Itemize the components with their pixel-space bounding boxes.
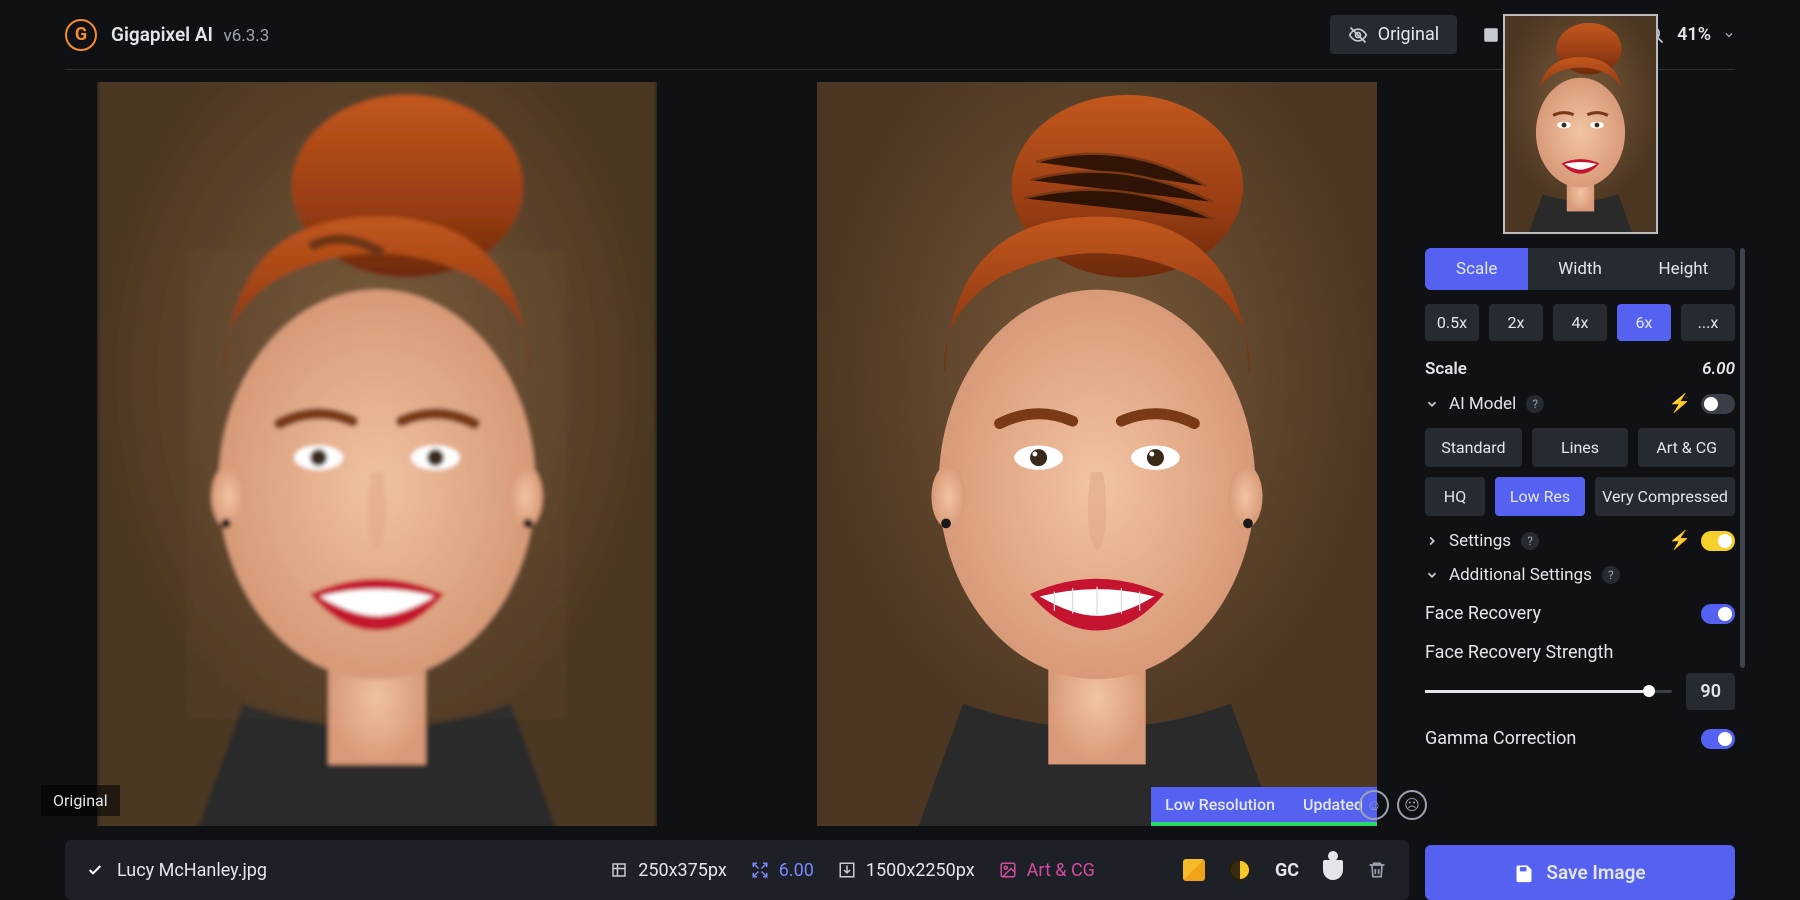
chevron-down-icon[interactable] [1425, 397, 1439, 411]
resize-mode-tabs: Scale Width Height [1425, 248, 1735, 290]
app-name: Gigapixel AI v6.3.3 [111, 23, 269, 46]
filename[interactable]: Lucy McHanley.jpg [117, 860, 267, 881]
additional-settings-label: Additional Settings [1449, 565, 1592, 585]
face-strength-slider[interactable] [1425, 690, 1672, 693]
settings-auto-toggle[interactable] [1701, 531, 1735, 551]
image-icon [999, 861, 1017, 879]
face-strength-label: Face Recovery Strength [1425, 642, 1735, 663]
feedback-sad-button[interactable]: ☹ [1397, 790, 1427, 820]
help-icon[interactable]: ? [1526, 395, 1544, 413]
chevron-right-icon[interactable] [1425, 534, 1439, 548]
save-icon [1514, 863, 1534, 883]
app-logo: G [65, 19, 97, 51]
color-swatch-icon[interactable] [1183, 859, 1205, 881]
face-recovery-label: Face Recovery [1425, 603, 1541, 624]
eye-off-icon [1348, 25, 1368, 45]
scale-4x[interactable]: 4x [1553, 304, 1607, 341]
file-info-bar: Lucy McHanley.jpg 250x375px 6.00 [65, 840, 1409, 900]
feedback-happy-button[interactable]: ☺ [1359, 790, 1389, 820]
model-hq[interactable]: HQ [1425, 477, 1485, 516]
tab-width[interactable]: Width [1528, 248, 1631, 290]
model-readout: Art & CG [999, 860, 1095, 881]
dimensions-icon [610, 861, 628, 879]
help-icon[interactable]: ? [1602, 566, 1620, 584]
scale-6x[interactable]: 6x [1617, 304, 1671, 341]
thumbnail-preview[interactable] [1503, 14, 1658, 234]
expand-icon [751, 861, 769, 879]
scale-readout: 6.00 [751, 860, 814, 881]
output-dimensions: 1500x2250px [838, 860, 975, 881]
flash-icon: ⚡ [1669, 530, 1691, 551]
output-icon [838, 861, 856, 879]
delete-button[interactable] [1367, 860, 1387, 880]
save-image-button[interactable]: Save Image [1425, 845, 1735, 900]
chevron-down-icon[interactable] [1425, 568, 1439, 582]
model-art-cg[interactable]: Art & CG [1638, 428, 1735, 467]
person-icon[interactable] [1323, 860, 1343, 880]
flash-icon: ⚡ [1669, 393, 1691, 414]
scale-custom[interactable]: ...x [1681, 304, 1735, 341]
model-very-compressed[interactable]: Very Compressed [1595, 477, 1735, 516]
model-lines[interactable]: Lines [1532, 428, 1629, 467]
scale-value: 6.00 [1702, 359, 1735, 379]
gc-badge: GC [1275, 860, 1299, 881]
tab-scale[interactable]: Scale [1425, 248, 1528, 290]
settings-label: Settings [1449, 531, 1511, 551]
updated-label: Low Resolution Updated [1151, 787, 1377, 826]
model-standard[interactable]: Standard [1425, 428, 1522, 467]
ai-model-auto-toggle[interactable] [1701, 394, 1735, 414]
face-strength-value[interactable]: 90 [1686, 673, 1735, 710]
face-recovery-toggle[interactable] [1701, 604, 1735, 624]
ai-model-label: AI Model [1449, 394, 1516, 414]
help-icon[interactable]: ? [1521, 532, 1539, 550]
check-icon [87, 862, 103, 878]
scale-0-5x[interactable]: 0.5x [1425, 304, 1479, 341]
original-image-pane[interactable]: Original [97, 82, 657, 826]
sidebar-scrollbar[interactable] [1740, 248, 1745, 668]
original-label: Original [41, 785, 120, 816]
scale-label: Scale [1425, 359, 1467, 379]
scale-2x[interactable]: 2x [1489, 304, 1543, 341]
updated-image-pane[interactable]: Low Resolution Updated ☺ ☹ [817, 82, 1377, 826]
gamma-toggle[interactable] [1701, 729, 1735, 749]
gamma-label: Gamma Correction [1425, 728, 1576, 749]
source-dimensions: 250x375px [610, 860, 727, 881]
model-low-res[interactable]: Low Res [1495, 477, 1585, 516]
contrast-icon[interactable] [1229, 859, 1251, 881]
tab-height[interactable]: Height [1632, 248, 1735, 290]
